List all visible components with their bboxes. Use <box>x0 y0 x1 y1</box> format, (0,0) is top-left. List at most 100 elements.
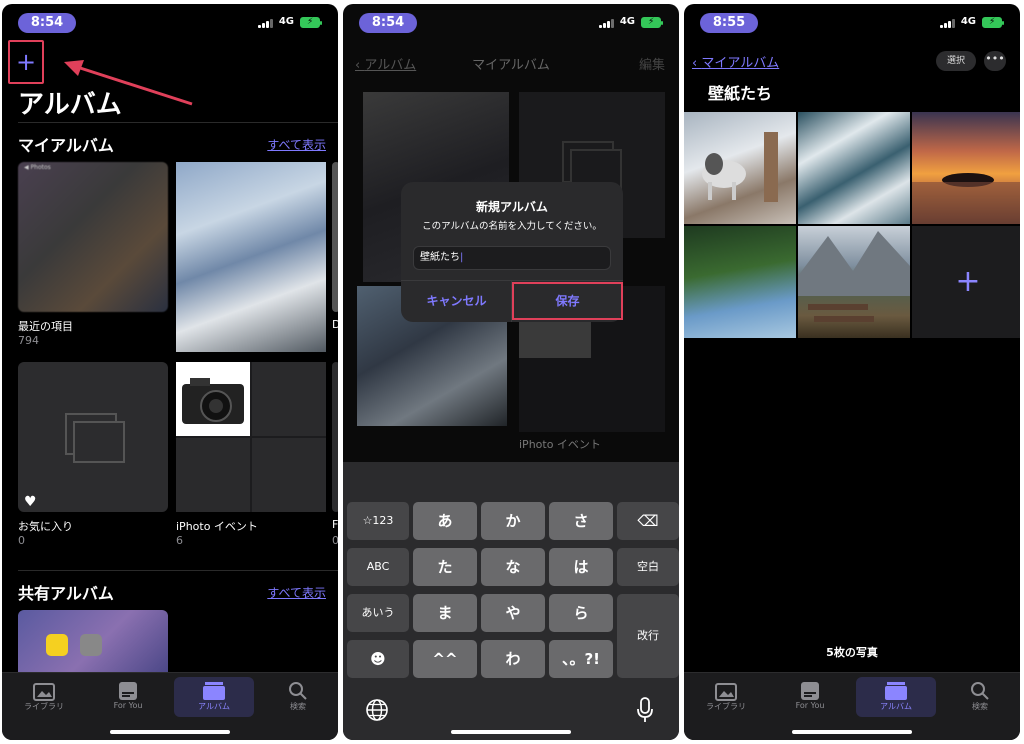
shared-albums-heading: 共有アルバム <box>18 584 114 603</box>
album-detail-screen: 8:55 4G ⚡ ‹ マイアルバム 選択 ••• 壁紙たち + 5枚の写真 ラ… <box>684 4 1020 740</box>
photo-thumbnail[interactable] <box>912 112 1020 224</box>
home-indicator <box>110 730 230 734</box>
tab-library[interactable]: ライブラリ <box>4 677 84 717</box>
album-title: 壁紙たち <box>708 84 773 103</box>
album-name: お気に入り <box>18 520 73 533</box>
home-indicator <box>451 730 571 734</box>
photo-thumbnail[interactable] <box>798 112 910 224</box>
shared-albums-see-all-link[interactable]: すべて表示 <box>267 584 326 601</box>
album-iphoto-thumbnail[interactable] <box>176 362 326 512</box>
tab-for-you[interactable]: For You <box>88 677 168 717</box>
delete-key-icon[interactable]: ⌫ <box>617 502 679 540</box>
back-label: マイアルバム <box>701 56 780 71</box>
select-button[interactable]: 選択 <box>936 51 976 71</box>
new-album-dialog-screen: 8:54 4G ⚡ ‹ アルバム マイアルバム 編集 iPhoto イベント 新… <box>343 4 679 740</box>
add-photo-button[interactable]: + <box>912 226 1020 338</box>
album-name: F <box>332 518 338 531</box>
key-ta[interactable]: た <box>413 548 477 586</box>
albums-screen: 8:54 4G ⚡ + アルバム マイアルバム すべて表示 ◀ Photos 最… <box>2 4 338 740</box>
divider <box>18 570 338 571</box>
album-name: 最近の項目 <box>18 320 73 333</box>
tab-library[interactable]: ライブラリ <box>686 677 766 717</box>
signal-icon <box>258 18 273 28</box>
signal-icon <box>599 18 614 28</box>
tab-search[interactable]: 検索 <box>940 677 1020 717</box>
key-wa[interactable]: わ <box>481 640 545 678</box>
key-ya[interactable]: や <box>481 594 545 632</box>
alert-title: 新規アルバム <box>476 200 548 214</box>
album-name: iPhoto イベント <box>176 520 258 533</box>
photo-count: 5枚の写真 <box>826 646 878 659</box>
nav-title: マイアルバム <box>472 58 550 73</box>
tab-label: ライブラリ <box>706 702 746 711</box>
album-favorites-thumbnail[interactable]: ♥ <box>18 362 168 512</box>
page-title: アルバム <box>18 90 122 120</box>
album-name-input[interactable]: 壁紙たち| <box>413 246 611 270</box>
key-dakuten[interactable]: ^^ <box>413 640 477 678</box>
tab-label: ライブラリ <box>24 702 64 711</box>
battery-icon: ⚡ <box>641 17 663 28</box>
for-you-icon <box>770 679 850 701</box>
tab-albums[interactable]: アルバム <box>174 677 254 717</box>
tab-albums[interactable]: アルバム <box>856 677 936 717</box>
tips-app-icon <box>46 634 68 656</box>
globe-icon[interactable] <box>365 698 389 722</box>
album-d-thumbnail[interactable] <box>176 162 326 352</box>
search-icon <box>940 679 1020 701</box>
nav-bar: ‹ アルバム マイアルバム 編集 <box>343 44 679 80</box>
album-recent-thumbnail[interactable]: ◀ Photos <box>18 162 168 312</box>
network-label: 4G <box>960 16 976 27</box>
back-button[interactable]: ‹ マイアルバム <box>692 52 779 71</box>
edit-button[interactable]: 編集 <box>639 54 665 73</box>
key-ka[interactable]: か <box>481 502 545 540</box>
key-numbers[interactable]: ☆123 <box>347 502 409 540</box>
key-punctuation[interactable]: 、。?! <box>549 640 613 678</box>
key-ma[interactable]: ま <box>413 594 477 632</box>
key-a[interactable]: あ <box>413 502 477 540</box>
heart-icon: ♥ <box>24 494 37 510</box>
status-time: 8:55 <box>700 13 758 33</box>
key-ha[interactable]: は <box>549 548 613 586</box>
battery-icon: ⚡ <box>300 17 322 28</box>
new-album-alert: 新規アルバム このアルバムの名前を入力してください。 壁紙たち| キャンセル 保… <box>401 182 623 322</box>
photo-thumbnail[interactable] <box>684 112 796 224</box>
key-return[interactable]: 改行 <box>617 594 679 678</box>
signal-icon <box>940 18 955 28</box>
save-button[interactable]: 保存 <box>512 282 623 320</box>
more-icon[interactable]: ••• <box>984 51 1006 71</box>
cancel-button[interactable]: キャンセル <box>401 282 512 320</box>
key-ra[interactable]: ら <box>549 594 613 632</box>
my-albums-see-all-link[interactable]: すべて表示 <box>267 136 326 153</box>
tab-label: 検索 <box>290 702 306 711</box>
for-you-icon <box>88 679 168 701</box>
tab-for-you[interactable]: For You <box>770 677 850 717</box>
microphone-icon[interactable] <box>635 696 655 724</box>
tab-search[interactable]: 検索 <box>258 677 338 717</box>
key-space[interactable]: 空白 <box>617 548 679 586</box>
search-icon <box>258 679 338 701</box>
photo-thumbnail[interactable] <box>798 226 910 338</box>
settings-app-icon <box>80 634 102 656</box>
album-name-value: 壁紙たち <box>420 252 460 263</box>
home-indicator <box>792 730 912 734</box>
japanese-keyboard: ☆123 あ か さ ⌫ ABC た な は 空白 あいう ま や ら 改行 ☻… <box>343 462 679 740</box>
add-album-button[interactable]: + <box>8 40 44 84</box>
status-bar: 8:54 4G ⚡ <box>343 10 679 36</box>
album-count: 6 <box>176 534 183 547</box>
photo-thumbnail[interactable] <box>684 226 796 338</box>
emoji-key-icon[interactable]: ☻ <box>347 640 409 678</box>
album-partial-thumbnail[interactable] <box>332 162 338 312</box>
alert-message: このアルバムの名前を入力してください。 <box>422 221 602 232</box>
album-name: D <box>332 318 338 331</box>
key-kana[interactable]: あいう <box>347 594 409 632</box>
divider <box>18 122 338 123</box>
key-abc[interactable]: ABC <box>347 548 409 586</box>
key-na[interactable]: な <box>481 548 545 586</box>
tab-label: For You <box>795 701 825 710</box>
photo-library-icon <box>4 679 84 701</box>
album-partial-thumbnail[interactable] <box>332 362 338 512</box>
alert-separator <box>401 280 623 281</box>
dimmed-album-label: iPhoto イベント <box>519 438 601 451</box>
album-count: 0 <box>18 534 25 547</box>
key-sa[interactable]: さ <box>549 502 613 540</box>
